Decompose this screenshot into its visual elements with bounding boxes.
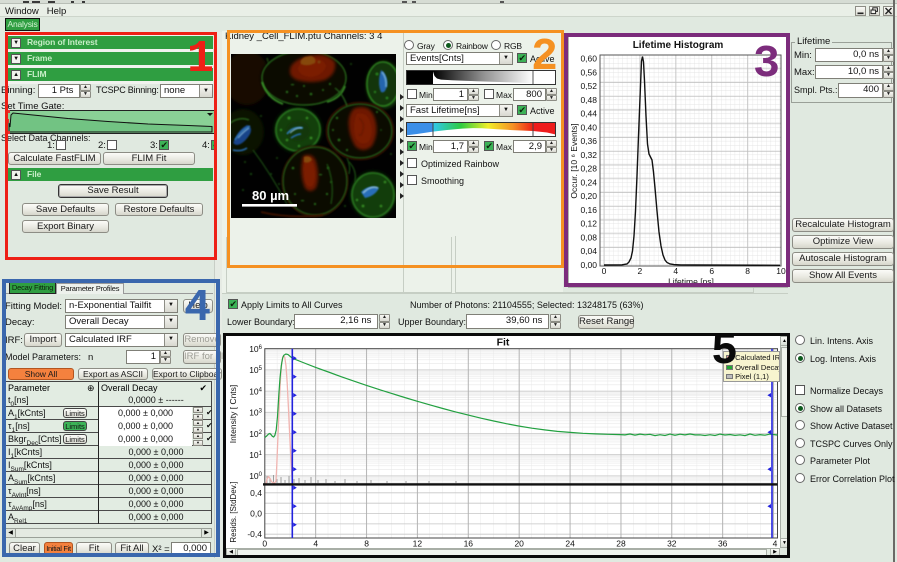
svg-text:Resids. [StdDev.]: Resids. [StdDev.] [229,481,238,542]
svg-text:105: 105 [249,365,262,375]
svg-text:0,04: 0,04 [580,246,597,256]
svg-text:0,20: 0,20 [580,191,597,201]
svg-text:4: 4 [773,539,778,549]
svg-text:0,60: 0,60 [580,54,597,64]
svg-text:Lifetime [ns]: Lifetime [ns] [668,277,714,287]
svg-text:0,24: 0,24 [580,177,597,187]
svg-text:0: 0 [602,266,607,276]
svg-text:0,16: 0,16 [580,205,597,215]
svg-text:32: 32 [667,539,677,549]
svg-text:-0,4: -0,4 [247,529,262,539]
svg-text:80 µm: 80 µm [252,188,289,203]
svg-text:36: 36 [718,539,728,549]
svg-text:106: 106 [249,344,262,354]
svg-text:8: 8 [364,539,369,549]
svg-text:0,36: 0,36 [580,136,597,146]
svg-text:104: 104 [249,386,262,396]
svg-text:0: 0 [262,539,267,549]
svg-text:0,52: 0,52 [580,81,597,91]
svg-text:10: 10 [776,266,786,276]
svg-text:0,0: 0,0 [250,509,262,519]
svg-text:12: 12 [413,539,423,549]
svg-text:0,00: 0,00 [580,260,597,270]
svg-text:6: 6 [709,266,714,276]
svg-text:16: 16 [464,539,474,549]
svg-text:0,4: 0,4 [250,488,262,498]
svg-text:Occur. [10 ⁶ Events]: Occur. [10 ⁶ Events] [569,123,579,198]
svg-text:Lifetime Histogram: Lifetime Histogram [633,40,724,51]
svg-text:4: 4 [313,539,318,549]
svg-text:24: 24 [565,539,575,549]
svg-text:0,32: 0,32 [580,150,597,160]
svg-text:0,28: 0,28 [580,164,597,174]
svg-text:100: 100 [249,471,262,481]
svg-text:101: 101 [249,450,262,460]
svg-text:0,48: 0,48 [580,95,597,105]
svg-text:0,56: 0,56 [580,67,597,77]
svg-text:2: 2 [638,266,643,276]
svg-text:Fit: Fit [497,337,510,349]
svg-text:0,08: 0,08 [580,232,597,242]
svg-text:0,12: 0,12 [580,219,597,229]
svg-text:0,44: 0,44 [580,109,597,119]
svg-text:103: 103 [249,408,262,418]
svg-text:Intensity [ Cnts]: Intensity [ Cnts] [228,385,238,444]
svg-text:0,40: 0,40 [580,122,597,132]
svg-text:28: 28 [616,539,626,549]
svg-text:102: 102 [249,429,262,439]
svg-text:4: 4 [673,266,678,276]
svg-text:20: 20 [514,539,524,549]
svg-text:8: 8 [745,266,750,276]
